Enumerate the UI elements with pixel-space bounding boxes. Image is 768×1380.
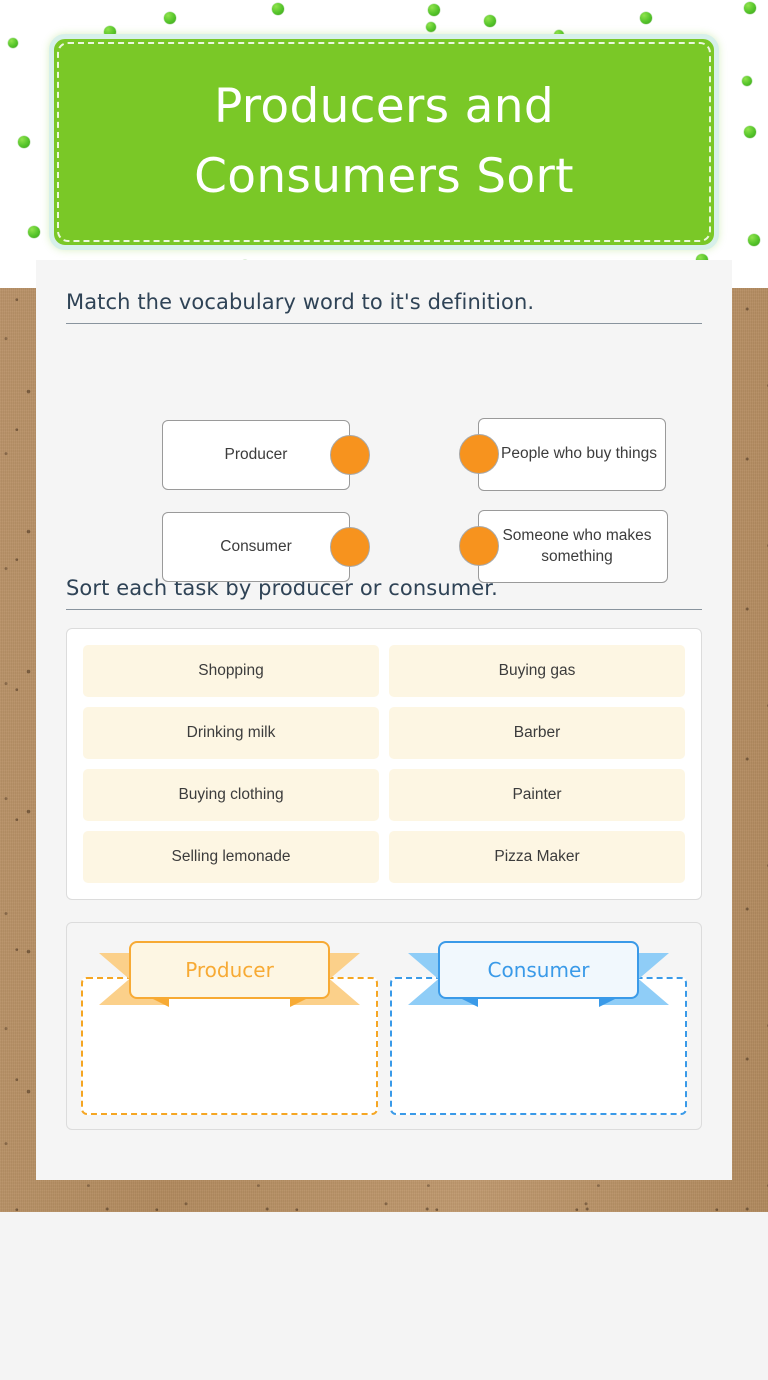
match-definition-label: People who buy things (501, 445, 657, 463)
sortable-tile[interactable]: Buying gas (389, 645, 685, 697)
drop-zone-column-consumer: Consumer (390, 937, 687, 1115)
confetti-dot (742, 76, 752, 86)
sortable-tile[interactable]: Buying clothing (83, 769, 379, 821)
confetti-dot (484, 15, 496, 27)
confetti-dot (428, 4, 440, 16)
matching-area: Producer Consumer People who buy things … (66, 342, 702, 583)
sortable-tile[interactable]: Painter (389, 769, 685, 821)
sortable-tile-label: Shopping (198, 662, 264, 679)
title-banner: Producers and Consumers Sort (49, 34, 719, 250)
sortable-tile[interactable]: Shopping (83, 645, 379, 697)
ribbon-consumer: Consumer (390, 941, 687, 1015)
sort-section-divider (66, 609, 702, 610)
confetti-dot (272, 3, 284, 15)
title-banner-dashed-border: Producers and Consumers Sort (57, 42, 711, 242)
match-connector-dot-right-2[interactable] (459, 526, 499, 566)
sortable-tile[interactable]: Pizza Maker (389, 831, 685, 883)
confetti-dot (8, 38, 18, 48)
drop-zones-container: Producer Consumer (66, 922, 702, 1130)
confetti-dot (748, 234, 760, 246)
sortable-tile-label: Drinking milk (186, 724, 276, 741)
match-definition-card-makers[interactable]: Someone who makes something (478, 510, 668, 583)
worksheet-panel: Match the vocabulary word to it's defini… (36, 260, 732, 1180)
sortable-tile-label: Pizza Maker (494, 848, 580, 865)
confetti-dot (426, 22, 436, 32)
confetti-dot (28, 226, 40, 238)
sortable-tile-label: Buying clothing (178, 786, 284, 803)
sortable-tile[interactable]: Barber (389, 707, 685, 759)
match-connector-dot-right-1[interactable] (459, 434, 499, 474)
match-section-divider (66, 323, 702, 324)
match-connector-dot-left-1[interactable] (330, 435, 370, 475)
sortable-tile-label: Painter (512, 786, 562, 803)
match-term-card-consumer[interactable]: Consumer (162, 512, 350, 582)
sortable-tile[interactable]: Drinking milk (83, 707, 379, 759)
confetti-dot (164, 12, 176, 24)
confetti-dot (744, 126, 756, 138)
match-definition-label: Someone who makes something (502, 526, 652, 565)
match-term-label: Consumer (220, 537, 292, 555)
confetti-dot (744, 2, 756, 14)
drop-zone-column-producer: Producer (81, 937, 378, 1115)
drop-zone-label-producer: Producer (129, 941, 330, 999)
sortable-tile-label: Barber (513, 724, 561, 741)
sortable-tiles-container: Shopping Buying gas Drinking milk Barber Buy… (66, 628, 702, 900)
worksheet-page: Producers and Consumers Sort Match the v… (0, 0, 768, 1380)
match-connector-dot-left-2[interactable] (330, 527, 370, 567)
sortable-tile-label: Buying gas (498, 662, 576, 679)
confetti-dot (640, 12, 652, 24)
match-definition-card-buyers[interactable]: People who buy things (478, 418, 666, 491)
drop-zone-label-consumer: Consumer (438, 941, 639, 999)
match-section-heading: Match the vocabulary word to it's defini… (66, 290, 535, 314)
footer-background (0, 1212, 768, 1380)
confetti-dot (18, 136, 30, 148)
match-term-label: Producer (224, 445, 288, 463)
sortable-tile-label: Selling lemonade (171, 848, 291, 865)
header-banner-area: Producers and Consumers Sort (0, 0, 768, 288)
match-term-card-producer[interactable]: Producer (162, 420, 350, 490)
page-title: Producers and Consumers Sort (194, 78, 574, 205)
sortable-tile[interactable]: Selling lemonade (83, 831, 379, 883)
ribbon-producer: Producer (81, 941, 378, 1015)
